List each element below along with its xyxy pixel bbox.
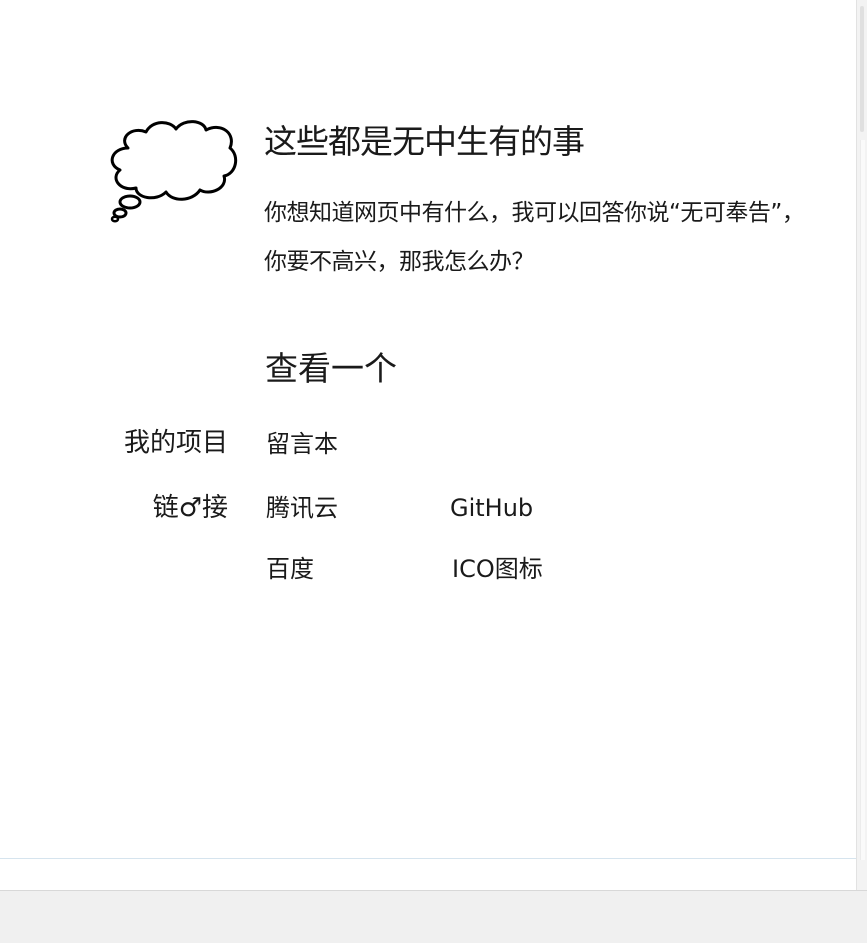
content-bottom-divider xyxy=(0,858,856,859)
github-link[interactable]: GitHub xyxy=(450,492,533,524)
bottom-bar xyxy=(0,890,867,943)
scrollbar-thumb[interactable] xyxy=(860,6,864,132)
vertical-scrollbar[interactable] xyxy=(856,0,867,892)
ico-icons-link[interactable]: ICO图标 xyxy=(452,553,543,585)
baidu-link[interactable]: 百度 xyxy=(266,553,314,585)
section-heading: 查看一个 xyxy=(265,349,397,388)
guestbook-link[interactable]: 留言本 xyxy=(266,428,338,460)
tencent-cloud-link[interactable]: 腾讯云 xyxy=(266,492,338,524)
scrollbar-track xyxy=(860,140,865,860)
thought-bubble-icon xyxy=(110,120,238,223)
intro-title: 这些都是无中生有的事 xyxy=(264,122,585,161)
intro-text: 你想知道网页中有什么，我可以回答你说“无可奉告”，你要不高兴，那我怎么办？ xyxy=(264,200,805,275)
links-label: 链♂接 xyxy=(152,493,228,523)
projects-label: 我的项目 xyxy=(123,428,228,458)
